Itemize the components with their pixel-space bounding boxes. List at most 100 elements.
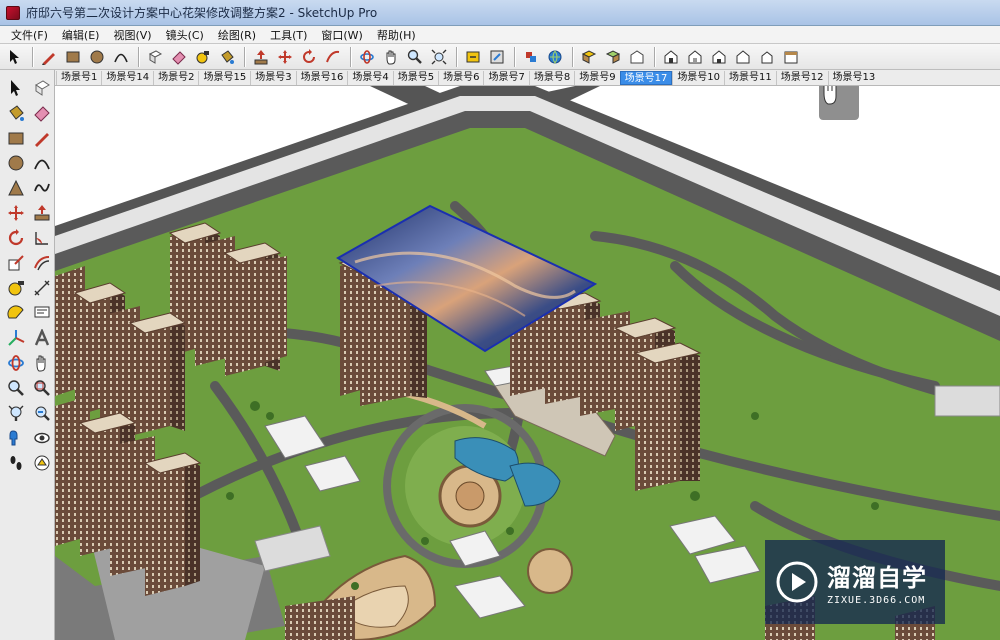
right-view-icon[interactable] xyxy=(732,46,754,68)
arc-icon[interactable] xyxy=(30,151,54,175)
main-toolbar xyxy=(0,44,1000,70)
tab-scene-13[interactable]: 场景号13 xyxy=(827,71,880,85)
menu-camera[interactable]: 镜头(C) xyxy=(159,27,211,43)
front-view-icon[interactable] xyxy=(708,46,730,68)
position-camera-icon[interactable] xyxy=(4,426,28,450)
select-icon[interactable] xyxy=(4,76,28,100)
rotate-icon[interactable] xyxy=(4,226,28,250)
follow-me-icon[interactable] xyxy=(322,46,344,68)
standard-view-icon[interactable] xyxy=(544,46,566,68)
dimension-icon[interactable] xyxy=(30,276,54,300)
previous-icon[interactable] xyxy=(30,401,54,425)
scene-export-icon[interactable] xyxy=(602,46,624,68)
zoom-icon[interactable] xyxy=(4,376,28,400)
tab-scene-5[interactable]: 场景号5 xyxy=(392,71,438,85)
paint-bucket-icon[interactable] xyxy=(4,101,28,125)
back-view-icon[interactable] xyxy=(756,46,778,68)
rotate-icon[interactable] xyxy=(298,46,320,68)
tab-scene-3[interactable]: 场景号3 xyxy=(250,71,295,85)
walk-icon[interactable] xyxy=(4,451,28,475)
orbit-icon[interactable] xyxy=(4,351,28,375)
menu-file[interactable]: 文件(F) xyxy=(4,27,55,43)
tab-scene-10[interactable]: 场景号10 xyxy=(672,71,724,85)
top-view-icon[interactable] xyxy=(684,46,706,68)
axes-icon[interactable] xyxy=(4,326,28,350)
toolbar-separator xyxy=(350,46,352,67)
toolbar-separator xyxy=(572,46,574,67)
component-icon[interactable] xyxy=(520,46,542,68)
tab-scene-11[interactable]: 场景号11 xyxy=(724,71,776,85)
zoom-extents-icon[interactable] xyxy=(428,46,450,68)
iso-view-icon[interactable] xyxy=(660,46,682,68)
follow-me-icon[interactable] xyxy=(30,226,54,250)
eraser-icon[interactable] xyxy=(30,101,54,125)
tab-scene-8[interactable]: 场景号8 xyxy=(528,71,574,85)
make-component-icon[interactable] xyxy=(144,46,166,68)
tape-measure-icon[interactable] xyxy=(4,276,28,300)
offset-icon[interactable] xyxy=(30,251,54,275)
tab-scene-4[interactable]: 场景号4 xyxy=(347,71,392,85)
push-pull-icon[interactable] xyxy=(250,46,272,68)
circle-icon[interactable] xyxy=(4,151,28,175)
freehand-icon[interactable] xyxy=(30,176,54,200)
scene-tabs: 场景号1 场景号14 场景号2 场景号15 场景号3 场景号16 场景号4 场景… xyxy=(0,70,1000,86)
pan-icon[interactable] xyxy=(380,46,402,68)
warehouse-icon[interactable] xyxy=(626,46,648,68)
select-icon[interactable] xyxy=(4,46,26,68)
scene-import-icon[interactable] xyxy=(578,46,600,68)
zoom-icon[interactable] xyxy=(404,46,426,68)
rectangle-icon[interactable] xyxy=(62,46,84,68)
menu-window[interactable]: 窗口(W) xyxy=(314,27,369,43)
toolbar-separator xyxy=(32,46,34,67)
3d-text-icon[interactable] xyxy=(30,326,54,350)
toolbar-separator xyxy=(514,46,516,67)
move-icon[interactable] xyxy=(4,201,28,225)
title-bar: 府邸六号第二次设计方案中心花架修改调整方案2 - SketchUp Pro xyxy=(0,0,1000,26)
orbit-icon[interactable] xyxy=(356,46,378,68)
sketchup-app-icon xyxy=(6,5,20,20)
get-models-icon[interactable] xyxy=(462,46,484,68)
scale-icon[interactable] xyxy=(4,251,28,275)
paint-bucket-icon[interactable] xyxy=(216,46,238,68)
menu-view[interactable]: 视图(V) xyxy=(106,27,158,43)
section-plane-icon[interactable] xyxy=(30,451,54,475)
watermark: 溜溜自学 ZIXUE.3D66.COM xyxy=(765,540,945,624)
tab-scene-14[interactable]: 场景号14 xyxy=(101,71,153,85)
polygon-icon[interactable] xyxy=(4,176,28,200)
tab-scene-1[interactable]: 场景号1 xyxy=(56,71,101,85)
tab-scene-7[interactable]: 场景号7 xyxy=(483,71,528,85)
share-model-icon[interactable] xyxy=(486,46,508,68)
look-around-icon[interactable] xyxy=(30,426,54,450)
play-logo-icon xyxy=(776,561,818,603)
arc-icon[interactable] xyxy=(110,46,132,68)
line-icon[interactable] xyxy=(30,126,54,150)
watermark-url: ZIXUE.3D66.COM xyxy=(827,595,926,606)
tab-scene-9[interactable]: 场景号9 xyxy=(574,71,619,85)
eraser-icon[interactable] xyxy=(168,46,190,68)
menu-help[interactable]: 帮助(H) xyxy=(370,27,423,43)
make-component-icon[interactable] xyxy=(30,76,54,100)
circle-icon[interactable] xyxy=(86,46,108,68)
rectangle-icon[interactable] xyxy=(4,126,28,150)
tab-scene-2[interactable]: 场景号2 xyxy=(153,71,198,85)
tab-scene-15[interactable]: 场景号15 xyxy=(198,71,250,85)
zoom-extents-icon[interactable] xyxy=(4,401,28,425)
menu-edit[interactable]: 编辑(E) xyxy=(55,27,107,43)
tab-scene-6[interactable]: 场景号6 xyxy=(438,71,483,85)
menu-tools[interactable]: 工具(T) xyxy=(263,27,314,43)
pencil-icon[interactable] xyxy=(38,46,60,68)
pan-hand-cursor xyxy=(819,86,859,120)
tab-scene-12[interactable]: 场景号12 xyxy=(775,71,828,85)
left-view-icon[interactable] xyxy=(780,46,802,68)
tab-scene-16[interactable]: 场景号16 xyxy=(295,71,348,85)
protractor-icon[interactable] xyxy=(4,301,28,325)
move-icon[interactable] xyxy=(274,46,296,68)
zoom-window-icon[interactable] xyxy=(30,376,54,400)
large-tool-set xyxy=(0,70,55,640)
tab-scene-17[interactable]: 场景号17 xyxy=(619,71,673,85)
menu-draw[interactable]: 绘图(R) xyxy=(211,27,263,43)
push-pull-icon[interactable] xyxy=(30,201,54,225)
text-icon[interactable] xyxy=(30,301,54,325)
tape-measure-icon[interactable] xyxy=(192,46,214,68)
pan-icon[interactable] xyxy=(30,351,54,375)
